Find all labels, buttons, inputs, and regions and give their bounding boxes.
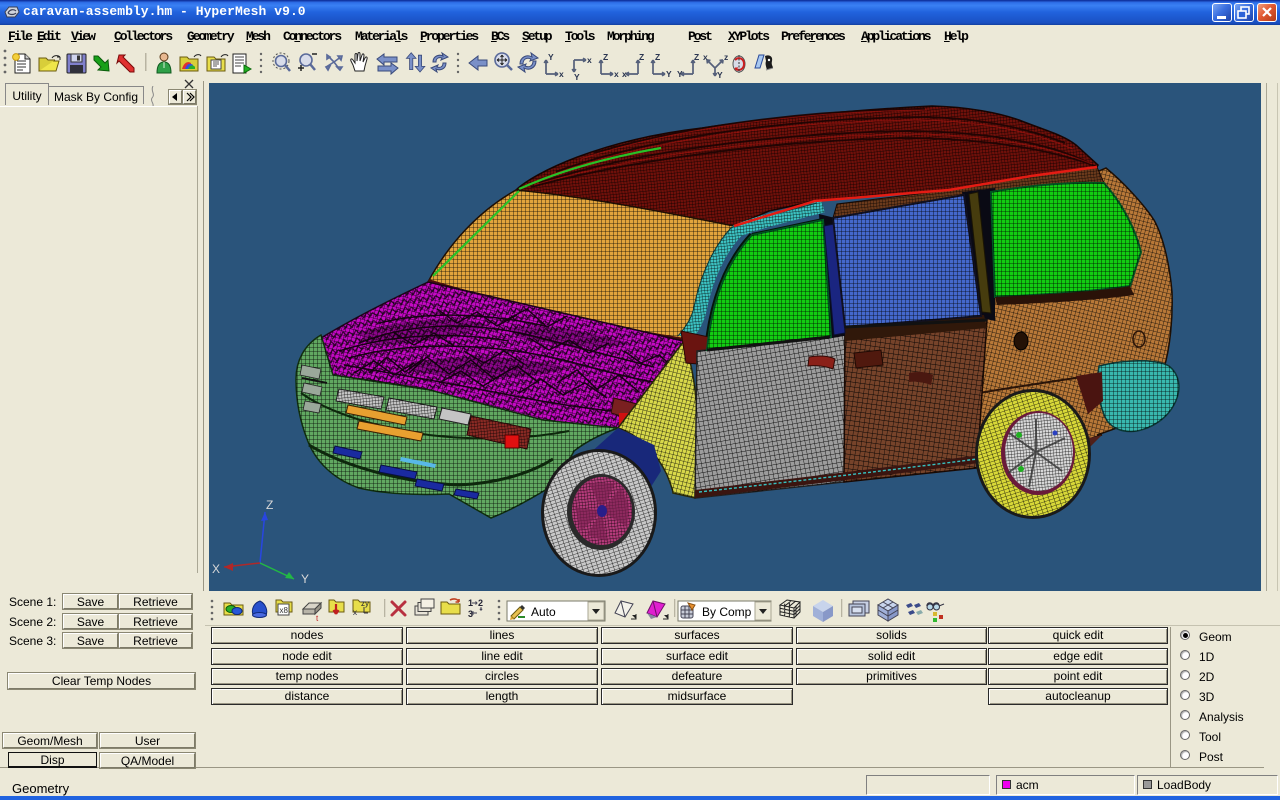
svg-text:By Comp: By Comp — [702, 605, 752, 619]
svg-text:Z: Z — [266, 498, 273, 512]
svg-text:t: t — [316, 614, 319, 623]
svg-text:2: 2 — [478, 598, 483, 608]
svg-text:Y: Y — [677, 69, 683, 79]
svg-text:zy: zy — [361, 599, 369, 608]
svg-text:Y: Y — [666, 69, 672, 79]
svg-text:Z: Z — [694, 52, 699, 62]
svg-text:Z: Z — [603, 52, 608, 62]
svg-text:Y: Y — [301, 572, 309, 586]
svg-text:Auto: Auto — [531, 605, 556, 619]
svg-text:Z: Z — [639, 52, 644, 62]
svg-text:x: x — [622, 69, 627, 79]
svg-text:3: 3 — [468, 609, 473, 619]
svg-text:x: x — [559, 69, 564, 79]
svg-text:X: X — [212, 562, 220, 576]
svg-text:x: x — [614, 69, 619, 79]
svg-text:Y: Y — [717, 70, 723, 80]
svg-text:x: x — [587, 55, 592, 65]
svg-text:x8: x8 — [280, 606, 289, 615]
svg-text:Z: Z — [655, 52, 660, 62]
svg-text:x: x — [703, 52, 708, 62]
svg-text:x: x — [353, 608, 357, 617]
svg-text:Y: Y — [548, 52, 554, 62]
svg-text:Y: Y — [574, 72, 580, 82]
svg-text:z: z — [724, 52, 728, 62]
